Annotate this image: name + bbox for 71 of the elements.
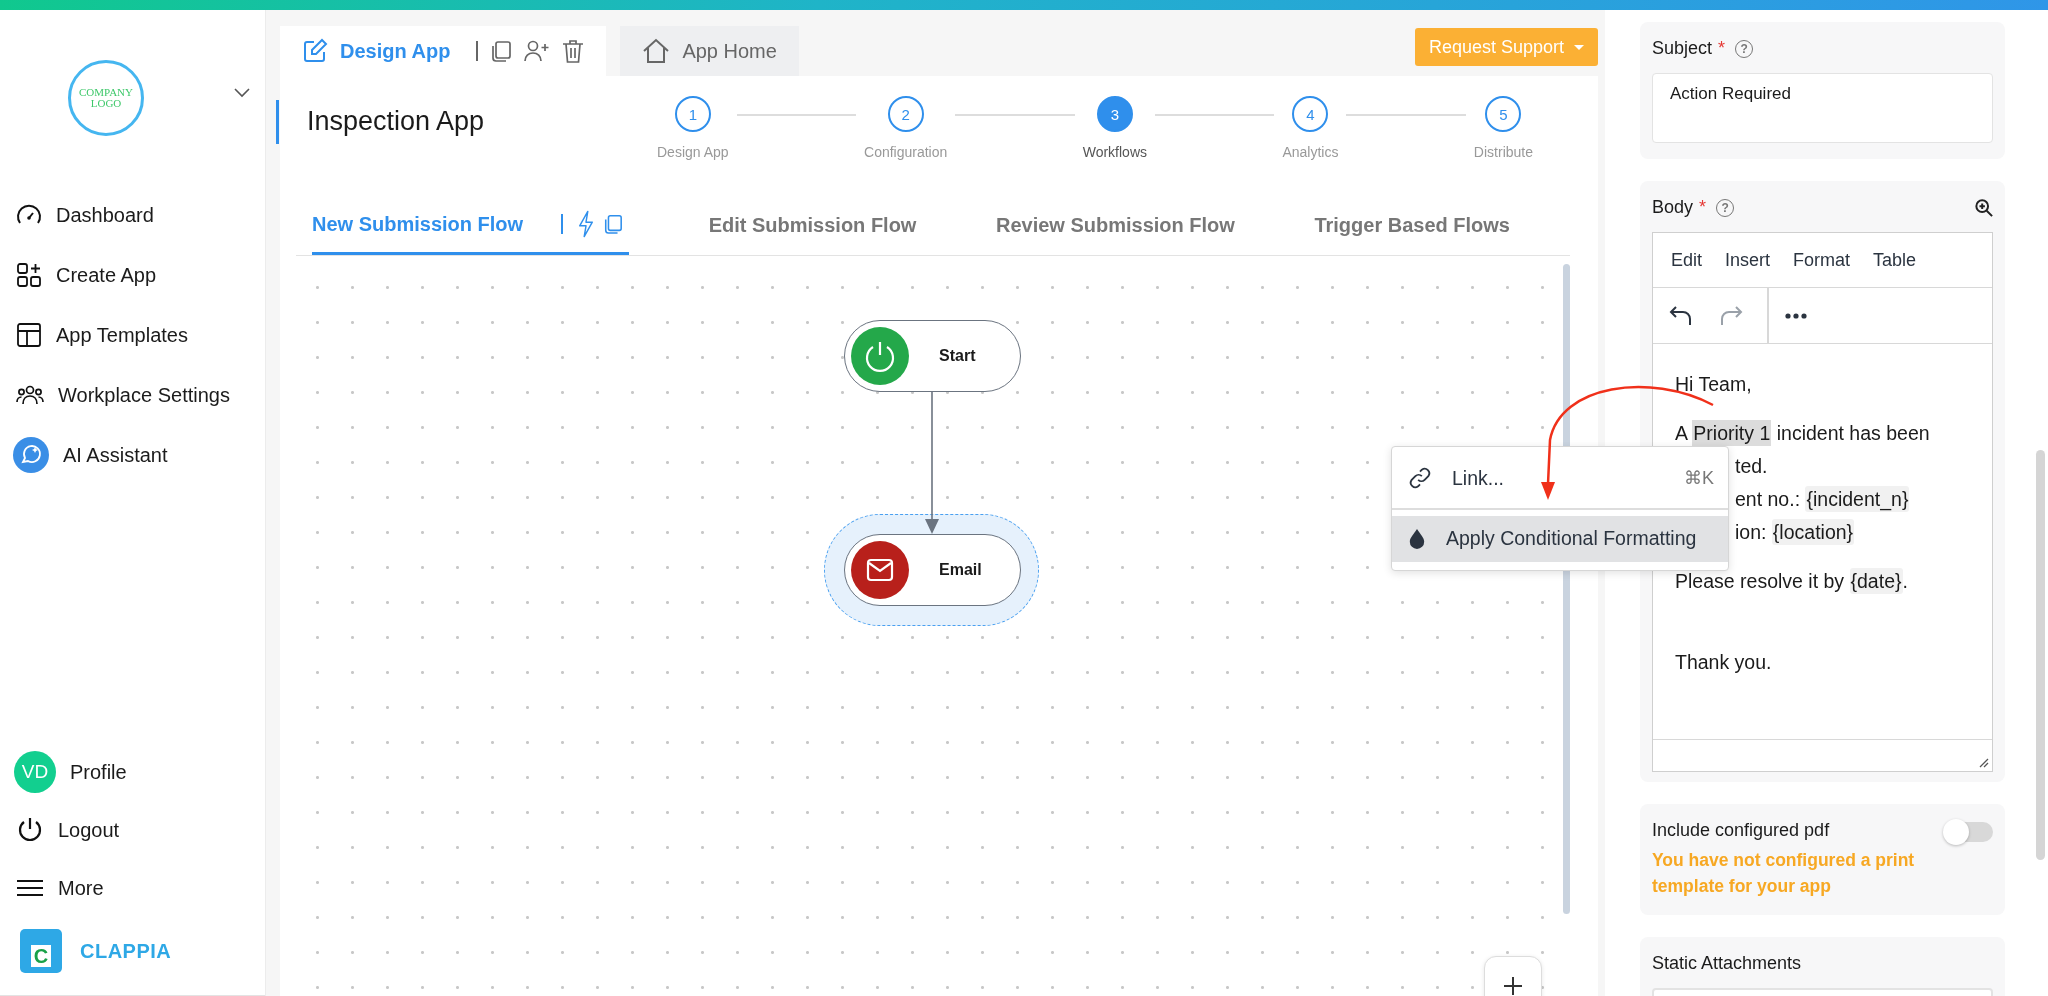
- add-user-icon[interactable]: [524, 40, 551, 62]
- power-icon: [16, 816, 44, 844]
- power-icon: [851, 327, 909, 385]
- shortcut-text: ⌘K: [1684, 467, 1714, 489]
- people-icon: [16, 383, 44, 407]
- nav-item[interactable]: Dashboard: [16, 185, 265, 245]
- body-text-line: ent no.: {incident_n}: [1735, 485, 1910, 514]
- edit-icon: [302, 38, 328, 64]
- flow-tab[interactable]: Review Submission Flow: [995, 214, 1235, 237]
- nav-item[interactable]: Create App: [16, 245, 265, 305]
- body-text-line: A Priority 1 incident has been: [1675, 419, 1931, 448]
- layout-icon: [16, 322, 42, 348]
- step-label: Configuration: [864, 144, 948, 160]
- chevron-down-icon[interactable]: [234, 87, 250, 98]
- header-tab[interactable]: App Home: [620, 26, 799, 76]
- required-mark: *: [1699, 197, 1707, 218]
- link-icon: [1408, 466, 1432, 490]
- avatar: VD: [14, 751, 56, 793]
- menu-icon: [16, 878, 44, 898]
- required-mark: *: [1718, 38, 1726, 59]
- scrollbar[interactable]: [2036, 450, 2045, 860]
- body-text-line: ted.: [1735, 454, 1768, 479]
- warning-text: You have not configured a print template for your app: [1652, 849, 1916, 898]
- nav-item[interactable]: VD Profile: [16, 743, 265, 801]
- brand-name: CLAPPIA: [80, 939, 172, 963]
- flow-tab[interactable]: Trigger Based Flows: [1314, 214, 1510, 237]
- field-label: Include configured pdf: [1652, 820, 1831, 841]
- field-label: Body: [1652, 197, 1694, 218]
- lightning-icon[interactable]: [577, 209, 596, 239]
- body-text-line: Please resolve it by {date}.: [1675, 567, 1909, 596]
- nav-item[interactable]: Logout: [16, 801, 265, 859]
- chat-sparkle-icon: [13, 437, 49, 473]
- nav-item[interactable]: More: [16, 859, 265, 917]
- caret-icon: [1574, 44, 1584, 50]
- step-circle[interactable]: 1: [674, 96, 711, 132]
- brand-logo: C: [20, 929, 62, 973]
- grid-plus-icon: [16, 262, 42, 288]
- copy-icon[interactable]: [490, 40, 513, 62]
- editor-menu-item[interactable]: Format: [1793, 249, 1851, 271]
- editor-menu-item[interactable]: Table: [1873, 249, 1917, 271]
- editor-menu-item[interactable]: Insert: [1725, 249, 1771, 271]
- drop-icon: [1408, 527, 1426, 550]
- step-label: Design App: [657, 144, 729, 160]
- flow-tab[interactable]: Edit Submission Flow: [708, 214, 917, 237]
- undo-icon[interactable]: [1669, 304, 1693, 327]
- editor-menu-item[interactable]: Edit: [1671, 249, 1703, 271]
- mail-icon: [851, 541, 909, 599]
- step-label: Distribute: [1473, 144, 1533, 160]
- flow-node[interactable]: Email: [844, 534, 1021, 606]
- body-text-line: ion: {location}: [1735, 518, 1855, 547]
- nav-item[interactable]: Workplace Settings: [16, 365, 265, 425]
- zoom-in-icon[interactable]: [1975, 198, 1993, 217]
- plus-icon: [1503, 976, 1523, 996]
- nav-item[interactable]: App Templates: [16, 305, 265, 365]
- body-text-line: Thank you.: [1675, 650, 1773, 675]
- copy-icon[interactable]: [603, 214, 624, 234]
- subject-field[interactable]: Action Required: [1652, 73, 1993, 143]
- trash-icon[interactable]: [562, 39, 585, 63]
- resize-handle-icon[interactable]: [1977, 756, 1989, 768]
- step-label: Analytics: [1282, 144, 1339, 160]
- nav-item[interactable]: AI Assistant: [16, 425, 265, 485]
- field-label: Subject: [1652, 38, 1713, 59]
- field-label: Static Attachments: [1652, 953, 1803, 974]
- body-text-line: Hi Team,: [1675, 372, 1753, 397]
- flow-node[interactable]: Start: [844, 320, 1021, 392]
- more-icon[interactable]: [1784, 312, 1807, 319]
- menu-item[interactable]: Apply Conditional Formatting: [1392, 515, 1728, 562]
- company-logo: COMPANY LOGO: [68, 59, 144, 136]
- home-icon: [642, 38, 671, 64]
- step-label: Workflows: [1082, 144, 1147, 160]
- app-title: Inspection App: [307, 106, 486, 137]
